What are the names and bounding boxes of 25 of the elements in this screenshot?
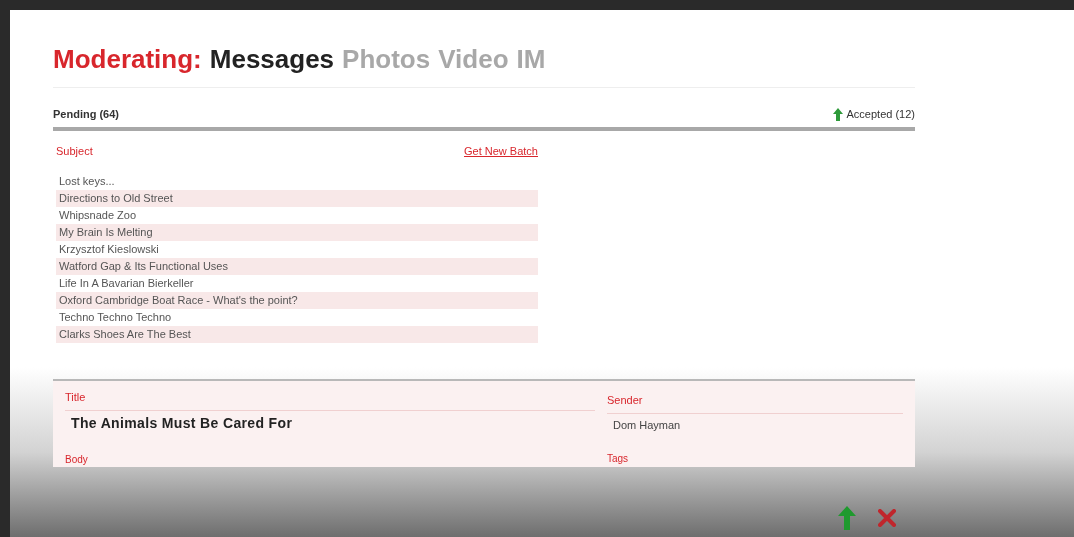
message-row[interactable]: Whipsnade Zoo [56, 207, 538, 224]
field-label: Title [65, 389, 595, 411]
reject-x-icon[interactable] [878, 509, 896, 527]
sender-name: Dom Hayman [613, 417, 682, 433]
accept-arrow-icon[interactable] [838, 506, 856, 530]
message-row[interactable]: Watford Gap & Its Functional Uses [56, 258, 538, 275]
get-new-batch-link[interactable]: Get New Batch [464, 142, 538, 159]
pending-count[interactable]: Pending (64) [53, 106, 119, 123]
field-label: Body [65, 452, 89, 467]
arrow-up-icon [832, 107, 843, 121]
message-title: The Animals Must Be Cared For [71, 413, 294, 433]
message-row[interactable]: My Brain Is Melting [56, 224, 538, 241]
message-row[interactable]: Techno Techno Techno [56, 309, 538, 326]
field-label: Sender [607, 392, 903, 414]
message-row[interactable]: Lost keys... [56, 173, 538, 190]
column-header: Subject [56, 143, 93, 159]
message-row[interactable]: Clarks Shoes Are The Best [56, 326, 538, 343]
message-row[interactable]: Krzysztof Kieslowski [56, 241, 538, 258]
field-label: Tags [607, 452, 630, 466]
message-row[interactable]: Life In A Bavarian Bierkeller [56, 275, 538, 292]
message-row[interactable]: Oxford Cambridge Boat Race - What's the point? [56, 292, 538, 309]
accepted-count[interactable]: Accepted (12) [846, 106, 915, 123]
page-heading: Moderating: [53, 43, 202, 76]
message-row[interactable]: Directions to Old Street [56, 190, 538, 207]
category-tab[interactable]: Messages [209, 40, 335, 79]
